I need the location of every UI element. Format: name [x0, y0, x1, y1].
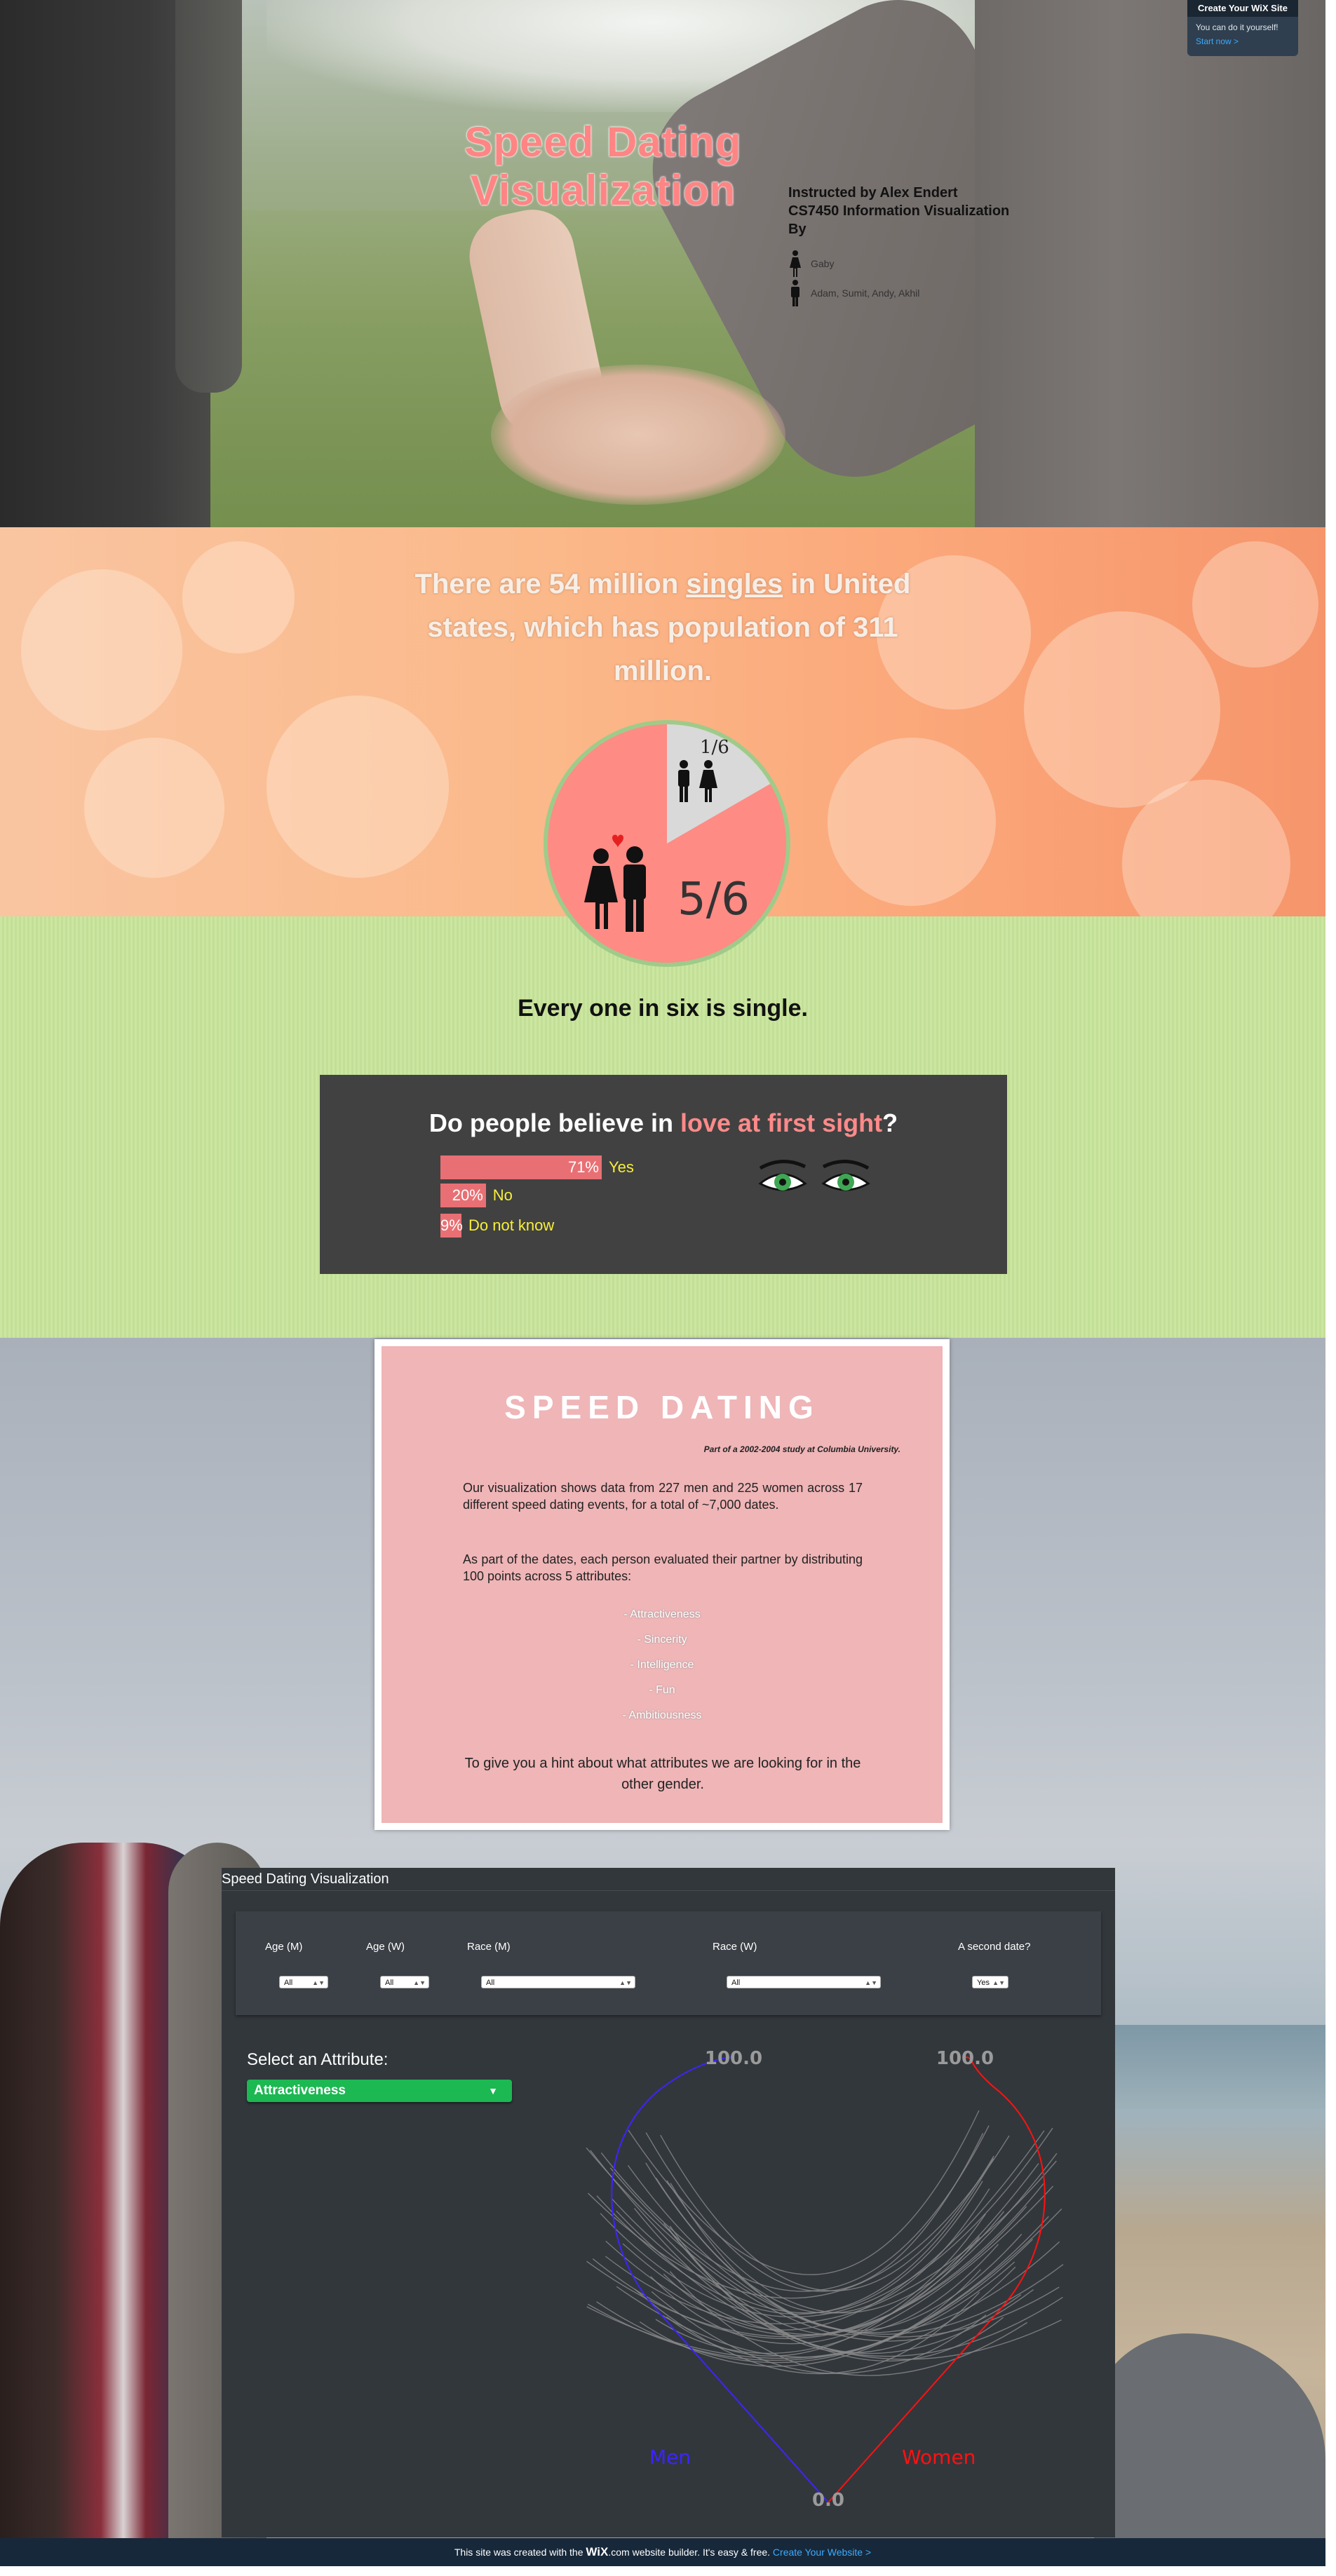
- men-label: Men: [649, 2446, 691, 2469]
- women-max-label: 100.0: [936, 2048, 994, 2069]
- heart-link-chart: 100.0 100.0 0.0 Men Women: [586, 2048, 1064, 2511]
- love-bar-label: No: [492, 1186, 513, 1204]
- select-arrows-icon: ▲▼: [865, 1979, 877, 1986]
- age-women-select[interactable]: All ▲▼: [380, 1976, 429, 1988]
- love-at-first-sight-panel: Do people believe in love at first sight…: [320, 1075, 1007, 1274]
- love-bar: 20%: [440, 1184, 486, 1207]
- course-line: CS7450 Information Visualization: [788, 203, 1010, 219]
- filter-label-second-date: A second date?: [958, 1941, 1031, 1953]
- filter-label-race-men: Race (M): [467, 1941, 511, 1953]
- heart-link: [660, 2134, 994, 2291]
- select-arrows-icon: ▲▼: [619, 1979, 632, 1986]
- man-icon: [791, 280, 799, 306]
- wix-banner-subtitle: You can do it yourself!: [1196, 22, 1278, 32]
- select-attribute-label: Select an Attribute:: [247, 2050, 389, 2069]
- speed-dating-card-inner: SPEED DATING Part of a 2002-2004 study a…: [382, 1346, 943, 1823]
- male-author-row: Adam, Sumit, Andy, Akhil: [788, 279, 919, 307]
- men-axis-arc: [611, 2056, 829, 2503]
- filter-label-race-women: Race (W): [713, 1941, 757, 1953]
- love-bar: 9%: [440, 1214, 463, 1238]
- race-men-select[interactable]: All ▲▼: [481, 1976, 635, 1988]
- attribute-dropdown-value: Attractiveness: [254, 2083, 346, 2098]
- speed-dating-paragraph-1: Our visualization shows data from 227 me…: [463, 1481, 863, 1512]
- speed-dating-title: SPEED DATING: [504, 1389, 820, 1425]
- couple-fraction-label: 5/6: [677, 874, 750, 926]
- select-arrows-icon: ▲▼: [413, 1979, 426, 1986]
- attribute-item: - Fun: [649, 1684, 675, 1696]
- speed-dating-paragraph-2: As part of the dates, each person evalua…: [463, 1552, 863, 1583]
- heart-link: [586, 2147, 1022, 2342]
- hero-holding-hands: [491, 365, 785, 505]
- woman-icon: [790, 250, 801, 277]
- filter-panel: Age (M) All ▲▼ Age (W) All ▲▼ Race (M) All…: [236, 1911, 1101, 2015]
- male-authors: Adam, Sumit, Andy, Akhil: [811, 287, 920, 299]
- speed-dating-card: SPEED DATING Part of a 2002-2004 study a…: [375, 1339, 950, 1830]
- attribute-item: - Attractiveness: [623, 1608, 701, 1620]
- hero-sleeve-left-cuff: [175, 0, 242, 393]
- singles-pie-chart: 1/6 5/6: [540, 717, 794, 970]
- women-axis-arc: [828, 2056, 1046, 2503]
- age-men-select[interactable]: All ▲▼: [279, 1976, 328, 1988]
- singles-statistic: There are 54 million singles in United s…: [414, 569, 911, 686]
- love-bar-label: Do not know: [468, 1216, 555, 1234]
- speed-dating-hint: To give you a hint about what attributes…: [464, 1756, 861, 1792]
- heart-link: [605, 2160, 1057, 2324]
- attribute-item: - Intelligence: [630, 1659, 694, 1671]
- heart-link: [609, 2167, 1060, 2338]
- men-max-label: 100.0: [705, 2048, 762, 2069]
- credits: Instructed by Alex Endert CS7450 Informa…: [788, 184, 1009, 238]
- heart-link: [655, 2178, 990, 2314]
- love-bar: 71%: [440, 1155, 602, 1179]
- visualization-app: Speed Dating Visualization Age (M) All ▲▼…: [222, 1868, 1115, 2537]
- race-women-select[interactable]: All ▲▼: [727, 1976, 881, 1988]
- vis-app-title: Speed Dating Visualization: [222, 1868, 1115, 1891]
- attribute-dropdown[interactable]: Attractiveness ▼: [247, 2080, 512, 2102]
- women-label: Women: [902, 2446, 976, 2469]
- attribute-item: - Ambitiousness: [622, 1709, 702, 1721]
- eyes-icon: [758, 1159, 870, 1191]
- pie-svg: 1/6 5/6: [544, 720, 790, 967]
- heart-link: [586, 2206, 1027, 2338]
- female-author-row: Gaby: [788, 250, 834, 278]
- heart-link: [628, 2110, 980, 2275]
- wix-banner-title: Create Your WiX Site: [1187, 0, 1298, 17]
- single-ratio-caption: Every one in six is single.: [518, 995, 808, 1022]
- love-bar-label: Yes: [609, 1158, 634, 1176]
- single-fraction-label: 1/6: [700, 737, 729, 758]
- wix-start-now-link[interactable]: Start now >: [1196, 36, 1239, 46]
- heart-links: [586, 2110, 1064, 2376]
- min-label: 0.0: [812, 2490, 844, 2511]
- female-authors: Gaby: [811, 258, 835, 269]
- speed-dating-subtitle: Part of a 2002-2004 study at Columbia Un…: [703, 1444, 900, 1454]
- wix-footer: This site was created with the WiX.com w…: [0, 2538, 1325, 2566]
- wix-create-site-banner[interactable]: Create Your WiX Site You can do it yours…: [1187, 0, 1298, 56]
- love-question: Do people believe in love at first sight…: [429, 1109, 898, 1137]
- instructor-line: Instructed by Alex Endert: [788, 185, 958, 201]
- second-date-select[interactable]: Yes ▲▼: [972, 1976, 1008, 1988]
- beach-rock-right: [1094, 2333, 1325, 2544]
- select-arrows-icon: ▲▼: [992, 1979, 1005, 1986]
- by-line: By: [788, 222, 807, 237]
- attribute-item: - Sincerity: [637, 1634, 687, 1646]
- filter-label-age-women: Age (W): [366, 1941, 405, 1953]
- chevron-down-icon: ▼: [488, 2085, 498, 2096]
- hero-section: Speed Dating Visualization Instructed by…: [0, 0, 1325, 527]
- hero-sleeve-right: [975, 0, 1325, 527]
- filter-label-age-men: Age (M): [265, 1941, 303, 1953]
- create-website-link[interactable]: Create Your Website >: [773, 2547, 871, 2558]
- select-arrows-icon: ▲▼: [312, 1979, 325, 1986]
